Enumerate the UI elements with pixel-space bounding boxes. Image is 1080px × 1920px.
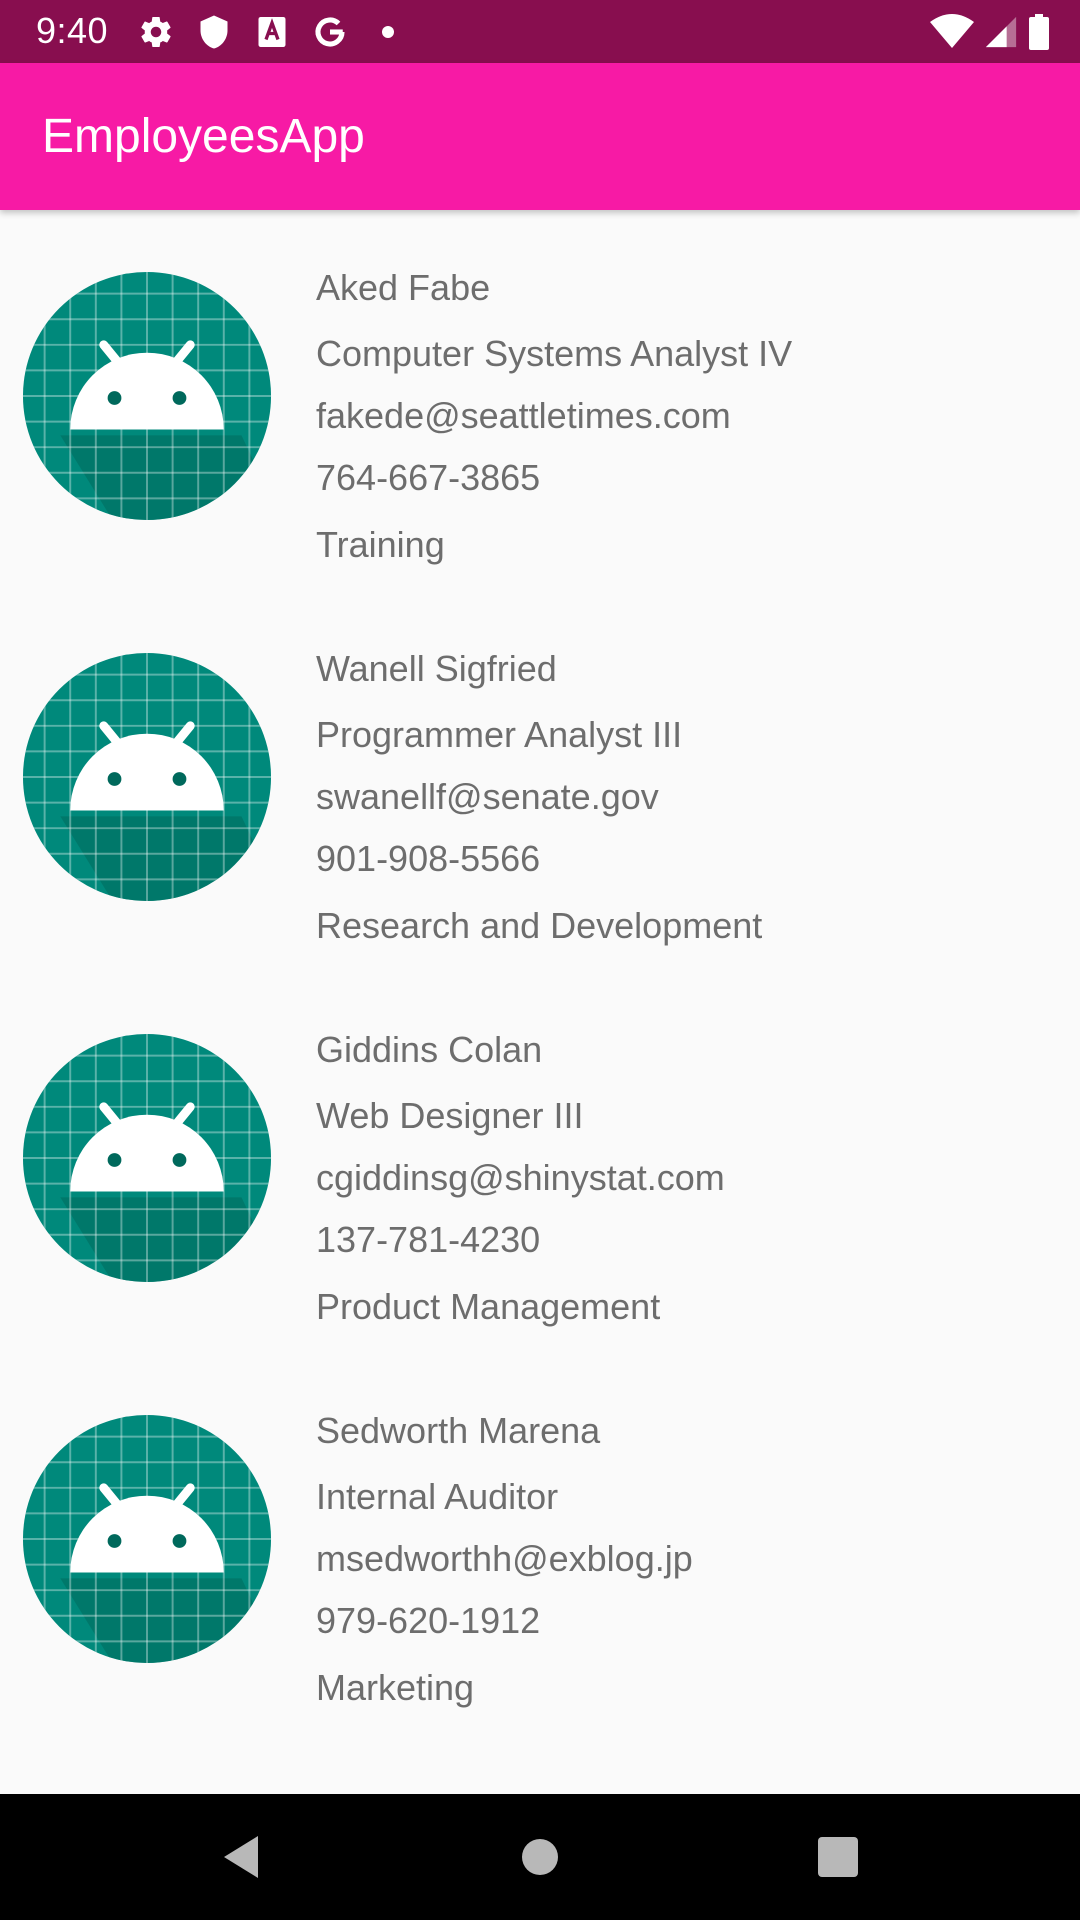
employee-phone: 137-781-4230 [316,1219,541,1260]
employee-name: Sedworth Marena [316,1410,601,1451]
employee-job-title: Computer Systems Analyst IV [316,333,793,374]
cellular-signal-icon [985,16,1017,48]
status-notification-icons [138,14,428,50]
recents-icon[interactable] [808,1827,868,1887]
android-robot-icon [21,1413,273,1665]
android-robot-icon [21,270,273,522]
employee-department: Training [316,524,445,565]
shield-icon [200,15,228,49]
status-system-icons [920,14,1050,50]
app-title: EmployeesApp [42,110,365,163]
employee-list[interactable]: Aked Fabe Computer Systems Analyst IV fa… [0,210,1080,1794]
employee-name: Aked Fabe [316,267,491,308]
wifi-icon [930,14,974,48]
employee-department: Research and Development [316,905,763,946]
employee-email: swanellf@senate.gov [316,776,659,817]
employee-phone: 979-620-1912 [316,1600,541,1641]
employee-job-title: Web Designer III [316,1095,584,1136]
employee-job-title: Internal Auditor [316,1476,559,1517]
employee-name: Wanell Sigfried [316,648,557,689]
employee-phone: 901-908-5566 [316,838,541,879]
employee-row[interactable]: Sedworth Marena Internal Auditor msedwor… [0,1353,1080,1734]
employee-row[interactable]: Giddins Colan Web Designer III cgiddinsg… [0,972,1080,1353]
navigation-bar [0,1794,1080,1920]
android-robot-icon [21,1032,273,1284]
battery-icon [1029,14,1049,50]
gear-icon [141,17,171,48]
employee-row[interactable]: Wanell Sigfried Programmer Analyst III s… [0,591,1080,972]
android-robot-icon [21,651,273,903]
employee-department: Product Management [316,1286,661,1327]
employee-job-title: Programmer Analyst III [316,714,683,755]
employee-email: fakede@seattletimes.com [316,395,731,436]
employee-email: cgiddinsg@shinystat.com [316,1157,725,1198]
employee-row[interactable]: Aked Fabe Computer Systems Analyst IV fa… [0,210,1080,591]
font-a-icon [258,17,286,47]
employee-department: Marketing [316,1667,475,1708]
dot-icon [382,26,394,38]
employee-name: Giddins Colan [316,1029,543,1070]
google-g-icon [315,17,345,47]
home-icon[interactable] [510,1827,570,1887]
app-bar: EmployeesApp [0,63,1080,210]
back-icon[interactable] [210,1827,270,1887]
employee-phone: 764-667-3865 [316,457,541,498]
employee-email: msedworthh@exblog.jp [316,1538,693,1579]
status-time: 9:40 [36,10,109,51]
status-bar: 9:40 [0,0,1080,63]
